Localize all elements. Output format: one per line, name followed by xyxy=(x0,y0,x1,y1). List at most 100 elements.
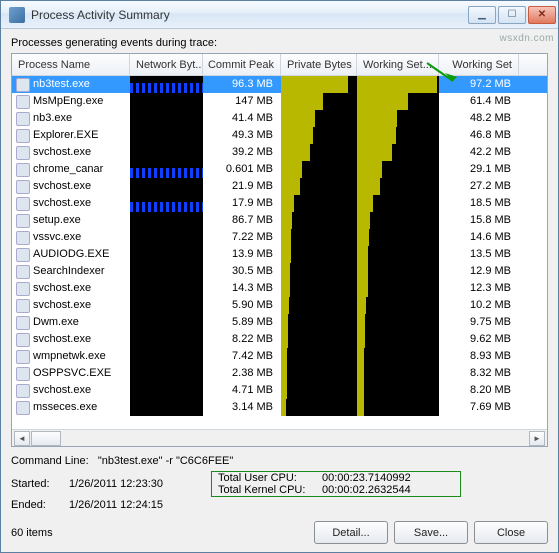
process-name-text: Dwm.exe xyxy=(33,314,79,331)
private-bytes-cell xyxy=(281,246,357,263)
working-set-graph-cell xyxy=(357,280,439,297)
working-set-graph-cell xyxy=(357,76,439,93)
header-process-name[interactable]: Process Name xyxy=(12,54,130,75)
private-bytes-cell xyxy=(281,76,357,93)
table-row[interactable]: svchost.exe21.9 MB27.2 MB xyxy=(12,178,547,195)
working-set-graph-cell xyxy=(357,161,439,178)
network-bytes-cell xyxy=(130,365,203,382)
working-set-cell: 48.2 MB xyxy=(439,110,519,127)
network-bytes-cell xyxy=(130,246,203,263)
window-buttons xyxy=(468,6,556,24)
scroll-left-button[interactable]: ◄ xyxy=(14,431,30,446)
header-private-bytes[interactable]: Private Bytes xyxy=(281,54,357,75)
commit-peak-cell: 0.601 MB xyxy=(203,161,281,178)
private-bytes-cell xyxy=(281,144,357,161)
working-set-cell: 27.2 MB xyxy=(439,178,519,195)
close-button[interactable] xyxy=(528,6,556,24)
table-row[interactable]: Dwm.exe5.89 MB9.75 MB xyxy=(12,314,547,331)
table-row[interactable]: MsMpEng.exe147 MB61.4 MB xyxy=(12,93,547,110)
table-row[interactable]: nb3test.exe96.3 MB97.2 MB xyxy=(12,76,547,93)
started-label: Started: xyxy=(11,478,69,490)
process-icon xyxy=(16,384,30,398)
horizontal-scrollbar[interactable]: ◄ ► xyxy=(12,429,547,446)
commit-peak-cell: 5.90 MB xyxy=(203,297,281,314)
commit-peak-cell: 2.38 MB xyxy=(203,365,281,382)
table-row[interactable]: svchost.exe8.22 MB9.62 MB xyxy=(12,331,547,348)
table-row[interactable]: nb3.exe41.4 MB48.2 MB xyxy=(12,110,547,127)
commit-peak-cell: 96.3 MB xyxy=(203,76,281,93)
table-row[interactable]: Explorer.EXE49.3 MB46.8 MB xyxy=(12,127,547,144)
private-bytes-bar xyxy=(281,229,291,246)
process-name-text: svchost.exe xyxy=(33,297,91,314)
network-bytes-cell xyxy=(130,144,203,161)
table-row[interactable]: svchost.exe5.90 MB10.2 MB xyxy=(12,297,547,314)
table-row[interactable]: OSPPSVC.EXE2.38 MB8.32 MB xyxy=(12,365,547,382)
network-bytes-cell xyxy=(130,161,203,178)
private-bytes-cell xyxy=(281,331,357,348)
window-title: Process Activity Summary xyxy=(31,8,468,22)
table-row[interactable]: svchost.exe39.2 MB42.2 MB xyxy=(12,144,547,161)
user-cpu-label: Total User CPU: xyxy=(218,472,322,484)
process-name-cell: wmpnetwk.exe xyxy=(12,348,130,365)
scroll-right-button[interactable]: ► xyxy=(529,431,545,446)
detail-button[interactable]: Detail... xyxy=(314,521,388,544)
commit-peak-cell: 30.5 MB xyxy=(203,263,281,280)
save-button[interactable]: Save... xyxy=(394,521,468,544)
table-row[interactable]: svchost.exe14.3 MB12.3 MB xyxy=(12,280,547,297)
header-working-set[interactable]: Working Set xyxy=(439,54,519,75)
minimize-button[interactable] xyxy=(468,6,496,24)
table-row[interactable]: svchost.exe17.9 MB18.5 MB xyxy=(12,195,547,212)
private-bytes-cell xyxy=(281,314,357,331)
working-set-graph-cell xyxy=(357,348,439,365)
maximize-button[interactable] xyxy=(498,6,526,24)
working-set-cell: 97.2 MB xyxy=(439,76,519,93)
table-row[interactable]: vssvc.exe7.22 MB14.6 MB xyxy=(12,229,547,246)
private-bytes-cell xyxy=(281,212,357,229)
working-set-bar xyxy=(357,212,370,229)
working-set-bar xyxy=(357,127,396,144)
process-name-text: nb3.exe xyxy=(33,110,72,127)
header-working-set-graph[interactable]: Working Set... xyxy=(357,54,439,75)
table-body: nb3test.exe96.3 MB97.2 MBMsMpEng.exe147 … xyxy=(12,76,547,429)
process-name-cell: vssvc.exe xyxy=(12,229,130,246)
working-set-cell: 7.69 MB xyxy=(439,399,519,416)
working-set-cell: 13.5 MB xyxy=(439,246,519,263)
working-set-cell: 14.6 MB xyxy=(439,229,519,246)
process-icon xyxy=(16,333,30,347)
working-set-graph-cell xyxy=(357,399,439,416)
process-name-text: wmpnetwk.exe xyxy=(33,348,106,365)
app-icon xyxy=(9,7,25,23)
network-sparkline xyxy=(130,168,203,178)
close-dialog-button[interactable]: Close xyxy=(474,521,548,544)
table-row[interactable]: svchost.exe4.71 MB8.20 MB xyxy=(12,382,547,399)
scroll-thumb[interactable] xyxy=(31,431,61,446)
process-name-cell: svchost.exe xyxy=(12,178,130,195)
network-sparkline xyxy=(130,83,203,93)
working-set-cell: 42.2 MB xyxy=(439,144,519,161)
table-row[interactable]: wmpnetwk.exe7.42 MB8.93 MB xyxy=(12,348,547,365)
process-table: Process Name Network Byt... Commit Peak … xyxy=(11,53,548,447)
table-headers: Process Name Network Byt... Commit Peak … xyxy=(12,54,547,76)
table-row[interactable]: chrome_canar0.601 MB29.1 MB xyxy=(12,161,547,178)
process-icon xyxy=(16,316,30,330)
header-network-bytes[interactable]: Network Byt... xyxy=(130,54,203,75)
header-commit-peak[interactable]: Commit Peak xyxy=(203,54,281,75)
working-set-bar xyxy=(357,161,382,178)
working-set-graph-cell xyxy=(357,178,439,195)
table-row[interactable]: AUDIODG.EXE13.9 MB13.5 MB xyxy=(12,246,547,263)
titlebar[interactable]: Process Activity Summary xyxy=(1,1,558,29)
process-name-text: svchost.exe xyxy=(33,195,91,212)
table-row[interactable]: msseces.exe3.14 MB7.69 MB xyxy=(12,399,547,416)
working-set-cell: 12.3 MB xyxy=(439,280,519,297)
table-row[interactable]: SearchIndexer30.5 MB12.9 MB xyxy=(12,263,547,280)
process-icon xyxy=(16,163,30,177)
process-name-cell: OSPPSVC.EXE xyxy=(12,365,130,382)
working-set-graph-cell xyxy=(357,314,439,331)
network-bytes-cell xyxy=(130,348,203,365)
working-set-cell: 15.8 MB xyxy=(439,212,519,229)
process-name-text: AUDIODG.EXE xyxy=(33,246,109,263)
table-row[interactable]: setup.exe86.7 MB15.8 MB xyxy=(12,212,547,229)
commit-peak-cell: 147 MB xyxy=(203,93,281,110)
private-bytes-bar xyxy=(281,331,288,348)
private-bytes-bar xyxy=(281,110,315,127)
